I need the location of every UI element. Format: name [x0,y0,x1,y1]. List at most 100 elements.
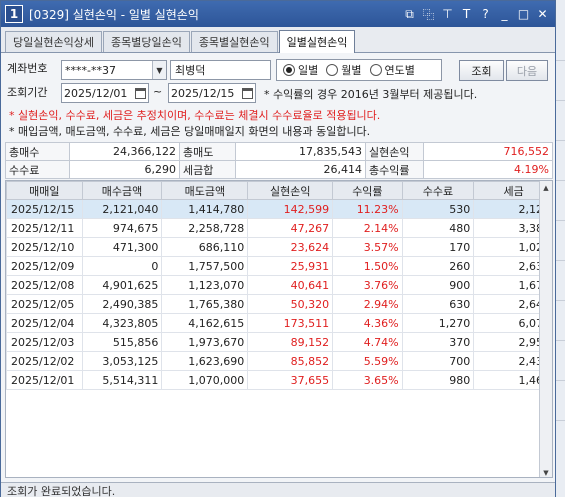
help-icon[interactable]: ? [477,5,494,23]
table-cell: 4,162,615 [161,313,249,333]
radio-label: 연도별 [384,64,415,77]
column-header[interactable]: 매매일 [6,181,83,200]
column-header[interactable]: 매수금액 [81,181,163,200]
summary-value: 4.19% [423,160,553,179]
tab-0[interactable]: 당일실현손익상세 [5,31,102,52]
text-icon[interactable]: T [458,5,475,23]
window-number-badge: 1 [5,5,23,23]
next-button[interactable]: 다음 [506,60,548,81]
table-cell: 4.74% [332,332,403,352]
summary-label: 세금합 [179,160,236,179]
tab-3[interactable]: 일별실현손익 [278,30,356,53]
table-cell: 173,511 [247,313,334,333]
table-cell: 0 [81,256,163,276]
return-rate-note: * 수익률의 경우 2016년 3월부터 제공됩니다. [264,88,478,101]
table-cell: 25,931 [247,256,334,276]
column-header[interactable]: 매도금액 [161,181,249,200]
chevron-down-icon[interactable]: ▼ [152,61,166,79]
table-cell: 50,320 [247,294,334,314]
period-radio-1[interactable]: 월별 [326,62,362,78]
scroll-down-icon[interactable]: ▼ [540,466,552,477]
table-cell: 11.23% [332,199,403,219]
radio-button-icon[interactable] [283,64,295,76]
table-cell: 3.65% [332,370,403,390]
table-cell: 2025/12/10 [6,237,83,257]
table-cell: 1.50% [332,256,403,276]
date-separator: ~ [153,85,163,98]
column-header[interactable]: 수익률 [332,181,403,200]
summary-label: 총매수 [5,142,70,161]
tab-2[interactable]: 종목별실현손익 [190,31,278,52]
table-cell: 480 [401,218,475,238]
table-cell: 2,258,728 [161,218,249,238]
table-cell: 2,121,040 [81,199,163,219]
summary-label: 수수료 [5,160,70,179]
table-row[interactable]: 2025/12/11 974,675 2,258,728 47,267 2.14% 480… [6,218,552,238]
table-cell: 2.94% [332,294,403,314]
table-row[interactable]: 2025/12/15 2,121,040 1,414,780 142,599 11.23… [6,199,552,219]
table-cell: 974,675 [81,218,163,238]
radio-button-icon[interactable] [326,64,339,76]
summary-label: 총수익률 [365,160,424,179]
table-row[interactable]: 2025/12/08 4,901,625 1,123,070 40,641 3.76% 9… [6,275,552,295]
table-cell: 37,655 [247,370,334,390]
estimate-notice: * 실현손익, 수수료, 세금은 추정치이며, 수수료는 체결시 수수료율로 적… [9,109,381,122]
table-cell: 471,300 [81,237,163,257]
column-header[interactable]: 실현손익 [247,181,334,200]
date-to-field[interactable]: 2025/12/15 [168,83,256,103]
table-cell: 4.36% [332,313,403,333]
table-cell: 260 [401,256,475,276]
table-cell: 370 [401,332,475,352]
title-bar[interactable]: 1 [0329] 실현손익 - 일별 실현손익 ⧉ ⿻ ⊤ T? _ □ ✕ [1,1,555,27]
minimize-icon[interactable]: _ [496,5,513,23]
table-row[interactable]: 2025/12/10 471,300 686,110 23,624 3.57% 170 1,… [6,237,552,257]
calendar-icon[interactable] [132,84,148,102]
table-row[interactable]: 2025/12/04 4,323,805 4,162,615 173,511 4.36%… [6,313,552,333]
summary-value: 26,414 [235,160,366,179]
tab-1[interactable]: 종목별당일손익 [102,31,190,52]
calendar-icon[interactable] [239,84,255,102]
table-cell: 2025/12/02 [6,351,83,371]
table-cell: 2025/12/03 [6,332,83,352]
vertical-scrollbar[interactable]: ▲ ▼ [539,181,552,477]
table-cell: 1,973,670 [161,332,249,352]
period-radio-2[interactable]: 연도별 [369,62,415,78]
copy-icon[interactable]: ⿻ [420,5,437,23]
radio-label: 일별 [298,64,319,77]
close-icon[interactable]: ✕ [534,5,551,23]
table-row[interactable]: 2025/12/03 515,856 1,973,670 89,152 4.74% 370… [6,332,552,352]
table-cell: 1,623,690 [161,351,249,371]
period-radio-group: 일별 월별 연도별 [276,59,442,81]
maximize-icon[interactable]: □ [515,5,532,23]
column-header[interactable]: 수수료 [401,181,475,200]
table-cell: 630 [401,294,475,314]
table-cell: 89,152 [247,332,334,352]
table-cell: 2025/12/01 [6,370,83,390]
table-row[interactable]: 2025/12/02 3,053,125 1,623,690 85,852 5.59% 7… [6,351,552,371]
table-cell: 40,641 [247,275,334,295]
daily-pnl-grid[interactable]: 매매일 매수금액 매도금액 실현손익 수익률 수수료 세금 2025/12/15 2,121,… [5,180,553,478]
table-row[interactable]: 2025/12/09 0 1,757,500 25,931 1.50% 260 2,635 [6,256,552,276]
table-cell: 900 [401,275,475,295]
date-to-value: 2025/12/15 [171,86,235,100]
date-range-label: 조회기간 [7,86,48,99]
account-holder-name: 최병덕 [170,60,271,80]
date-from-field[interactable]: 2025/12/01 [61,83,149,103]
pin-icon[interactable]: ⊤ [439,5,456,23]
table-cell: 2025/12/11 [6,218,83,238]
amount-notice: * 매입금액, 매도금액, 수수료, 세금은 당일매매일지 화면의 내용과 동일… [9,125,371,138]
query-button[interactable]: 조회 [459,60,504,81]
account-select[interactable]: ****-**37 ▼ [61,60,167,80]
realized-pnl-window: 1 [0329] 실현손익 - 일별 실현손익 ⧉ ⿻ ⊤ T? _ □ ✕ 당일실현손익상… [0,0,556,497]
table-cell: 1,270 [401,313,475,333]
date-from-value: 2025/12/01 [64,86,128,100]
radio-button-icon[interactable] [369,64,382,76]
table-cell: 5,514,311 [81,370,163,390]
table-row[interactable]: 2025/12/05 2,490,385 1,765,380 50,320 2.94% 6… [6,294,552,314]
scroll-up-icon[interactable]: ▲ [540,181,552,194]
period-radio-0[interactable]: 일별 [283,62,318,78]
account-number: ****-**37 [65,63,116,77]
table-cell: 2025/12/08 [6,275,83,295]
table-row[interactable]: 2025/12/01 5,514,311 1,070,000 37,655 3.65% 9… [6,370,552,390]
restore-window-icon[interactable]: ⧉ [401,5,418,23]
